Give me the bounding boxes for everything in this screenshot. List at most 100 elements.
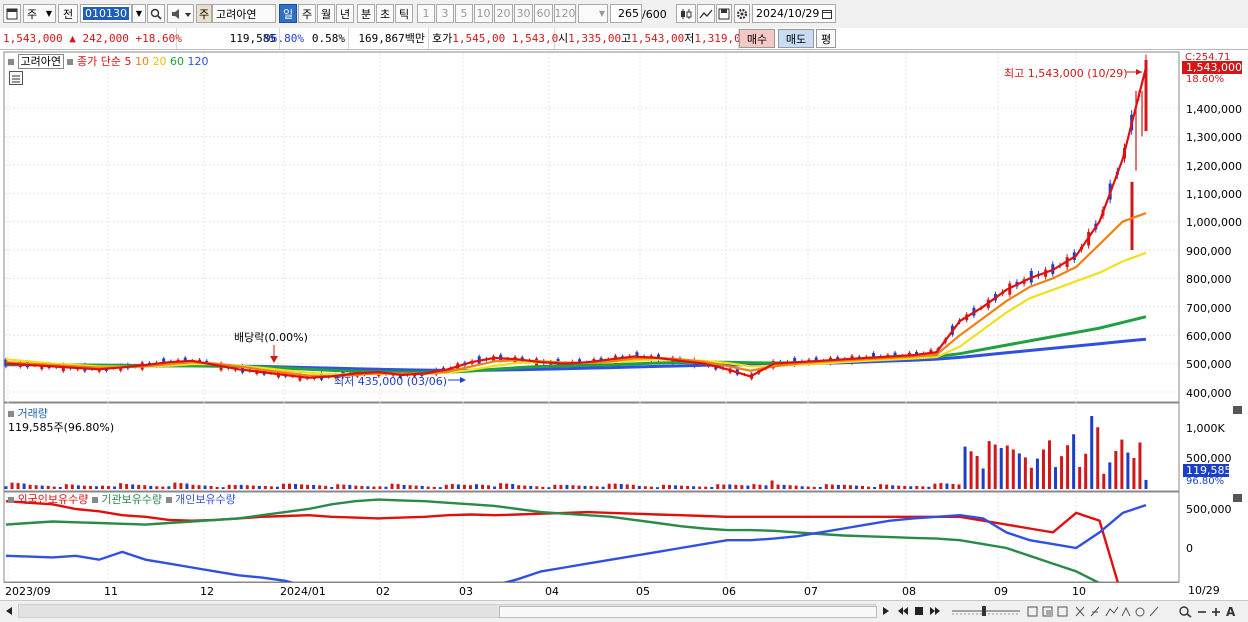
table-toggle-icon[interactable] — [9, 71, 23, 85]
holder-panel-close-icon[interactable] — [1233, 494, 1242, 502]
market-select[interactable]: 주 ▼ — [23, 4, 56, 23]
bid-value: 1,545,00 — [452, 32, 506, 45]
tab-year[interactable]: 년 — [336, 4, 354, 23]
fast-forward-button[interactable] — [928, 604, 942, 618]
stock-code-input[interactable]: 010130 — [80, 4, 132, 23]
interval-1[interactable]: 1 — [417, 4, 435, 23]
legend-ma5[interactable]: 종가 단순 5 — [77, 55, 131, 68]
average-button[interactable]: 평 — [816, 29, 836, 48]
chart-tools-icons: A — [1027, 605, 1236, 619]
volume-bar — [758, 484, 762, 489]
volume-bar — [1102, 473, 1106, 489]
tab-day[interactable]: 일 — [279, 4, 297, 23]
volume-bar — [999, 447, 1003, 489]
scroll-thumb[interactable] — [499, 606, 877, 618]
count-input[interactable]: 265 — [610, 4, 642, 23]
time-tick: 12 — [200, 585, 214, 598]
speaker-button[interactable] — [167, 4, 194, 23]
volume-bar — [782, 484, 786, 489]
prev-button[interactable]: 전 — [58, 4, 78, 23]
arrow-left-icon — [6, 607, 12, 615]
interval-30-label: 30 — [516, 7, 531, 20]
volume-bar — [155, 486, 159, 489]
chart-canvas[interactable] — [0, 50, 1248, 600]
volume-bar — [10, 482, 14, 489]
stock-name-field[interactable]: 고려아연 — [212, 4, 276, 23]
stop-button[interactable] — [912, 604, 926, 618]
market-tag: 주 — [196, 4, 212, 23]
volume-bar — [776, 484, 780, 489]
volume-bar — [830, 484, 834, 489]
interval-3[interactable]: 3 — [436, 4, 454, 23]
interval-5[interactable]: 5 — [455, 4, 473, 23]
legend-ma120[interactable]: 120 — [187, 55, 208, 68]
price-panel-frame — [3, 51, 1180, 403]
volume-bar — [487, 485, 491, 489]
rewind-button[interactable] — [896, 604, 910, 618]
tab-second[interactable]: 초 — [376, 4, 394, 23]
buy-button[interactable]: 매수 — [739, 29, 775, 48]
volume-bar — [294, 483, 298, 489]
volume-bar — [770, 480, 774, 489]
zoom-slider[interactable] — [950, 604, 1022, 618]
speaker-icon — [171, 8, 191, 19]
code-dropdown-button[interactable]: ▼ — [132, 4, 146, 23]
legend-institution[interactable]: 기관보유수량 — [101, 493, 162, 506]
tab-minute[interactable]: 분 — [357, 4, 375, 23]
interval-120[interactable]: 120 — [554, 4, 576, 23]
date-input[interactable]: 2024/10/29 — [752, 4, 836, 23]
legend-ma10[interactable]: 10 — [135, 55, 149, 68]
volume-bar — [1144, 479, 1148, 489]
sell-button-label: 매도 — [785, 32, 807, 46]
legend-individual[interactable]: 개인보유수량 — [175, 493, 236, 506]
volume-bar — [818, 486, 822, 489]
interval-10[interactable]: 10 — [474, 4, 493, 23]
volume-bar — [414, 485, 418, 489]
change-amount: ▲ 242,000 — [69, 32, 129, 45]
legend-foreign[interactable]: 외국인보유수량 — [18, 493, 89, 506]
volume-bar — [191, 484, 195, 489]
sell-button[interactable]: 매도 — [778, 29, 814, 48]
volume-bar — [384, 486, 388, 489]
candle-type-button[interactable] — [676, 4, 696, 23]
volume-panel-close-icon[interactable] — [1233, 406, 1242, 414]
save-button[interactable] — [716, 4, 732, 23]
custom-interval-select[interactable]: ▼ — [578, 4, 608, 23]
volume-bar — [203, 485, 207, 489]
change-percent: +18.60% — [135, 32, 182, 45]
scroll-left-button[interactable] — [3, 604, 15, 618]
interval-20[interactable]: 20 — [494, 4, 513, 23]
tab-week[interactable]: 주 — [298, 4, 316, 23]
interval-60[interactable]: 60 — [534, 4, 553, 23]
chart-tools-strip[interactable]: A — [1026, 604, 1246, 619]
volume-bar — [251, 485, 255, 489]
max-price-note: 최고 1,543,000 (10/29) — [1004, 67, 1128, 80]
window-icon[interactable] — [3, 4, 21, 23]
price-tick: 1,100,000 — [1186, 188, 1242, 201]
tab-tick[interactable]: 틱 — [395, 4, 413, 23]
tab-month[interactable]: 월 — [317, 4, 335, 23]
legend-square-icon — [8, 411, 14, 417]
volume-bar — [649, 486, 653, 489]
volume-bar — [499, 483, 503, 489]
price-tick: 800,000 — [1186, 273, 1232, 286]
calendar-icon — [822, 9, 832, 19]
volume-bar — [873, 486, 877, 489]
volume-bar — [167, 486, 171, 489]
scroll-right-button[interactable] — [880, 604, 892, 618]
volume-bar — [517, 485, 521, 489]
volume-bar — [444, 484, 448, 489]
legend-ma60[interactable]: 60 — [170, 55, 184, 68]
legend-ma20[interactable]: 20 — [152, 55, 166, 68]
legend-stock-name[interactable]: 고려아연 — [17, 54, 64, 69]
gear-icon — [736, 8, 748, 19]
volume-bar — [909, 486, 913, 489]
draw-tool-button[interactable] — [697, 4, 715, 23]
volume-bar — [951, 483, 955, 489]
volume-bar — [161, 486, 165, 489]
scroll-track[interactable] — [18, 604, 877, 618]
search-button[interactable] — [147, 4, 165, 23]
interval-30[interactable]: 30 — [514, 4, 533, 23]
settings-button[interactable] — [734, 4, 750, 23]
volume-bar — [1047, 440, 1051, 489]
